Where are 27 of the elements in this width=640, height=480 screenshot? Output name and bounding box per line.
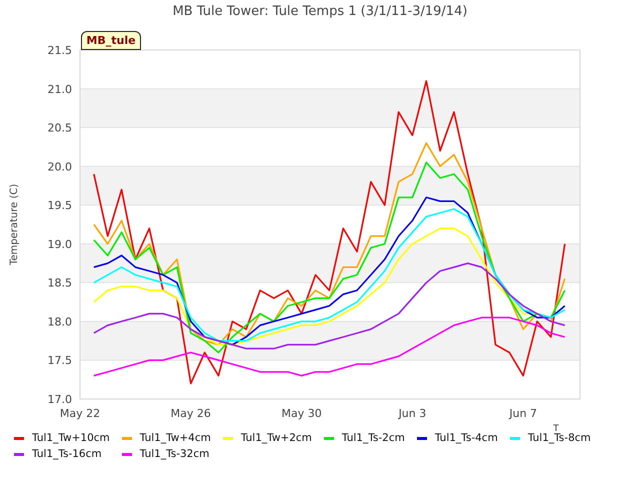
legend-label: Tul1_Tw+2cm [240,432,312,444]
y-tick-label: 19.5 [48,199,72,212]
site-badge: MB_tule [81,31,141,50]
y-tick-label: 19.0 [48,238,72,251]
y-tick-label: 18.5 [48,276,72,290]
y-tick-label: 21.5 [48,44,72,57]
legend-label: Tul1_Ts-2cm [342,432,405,444]
legend-label: Tul1_Tw+4cm [140,432,211,444]
legend-label: Tul1_Ts-8cm [528,432,591,444]
chart-title: MB Tule Tower: Tule Temps 1 (3/1/11-3/19/14) [172,2,468,20]
x-tick-label: May 30 [281,407,322,420]
y-tick-label: 21.0 [48,82,72,96]
y-tick-label: 18.0 [48,315,72,328]
y-tick-label: 20.0 [48,160,72,174]
x-tick-label: Jun 7 [509,407,538,420]
y-tick-label: 17.5 [48,354,72,368]
y-tick-label: 17.0 [48,393,72,406]
x-tick-label: Jun 3 [398,407,426,420]
y-tick-label: 20.5 [48,122,72,135]
x-tick-label: May 22 [60,407,100,420]
legend-label: Tul1_Tw+10cm [32,432,110,444]
legend-label: Tul1_Ts-4cm [434,432,498,444]
legend-label: Tul1_Ts-16cm [32,448,102,460]
legend-label: Tul1_Ts-32cm [140,448,210,460]
y-axis-label: Temperature (C) [9,184,20,266]
x-tick-label: May 26 [170,407,211,420]
x-axis-label: T [553,424,559,432]
